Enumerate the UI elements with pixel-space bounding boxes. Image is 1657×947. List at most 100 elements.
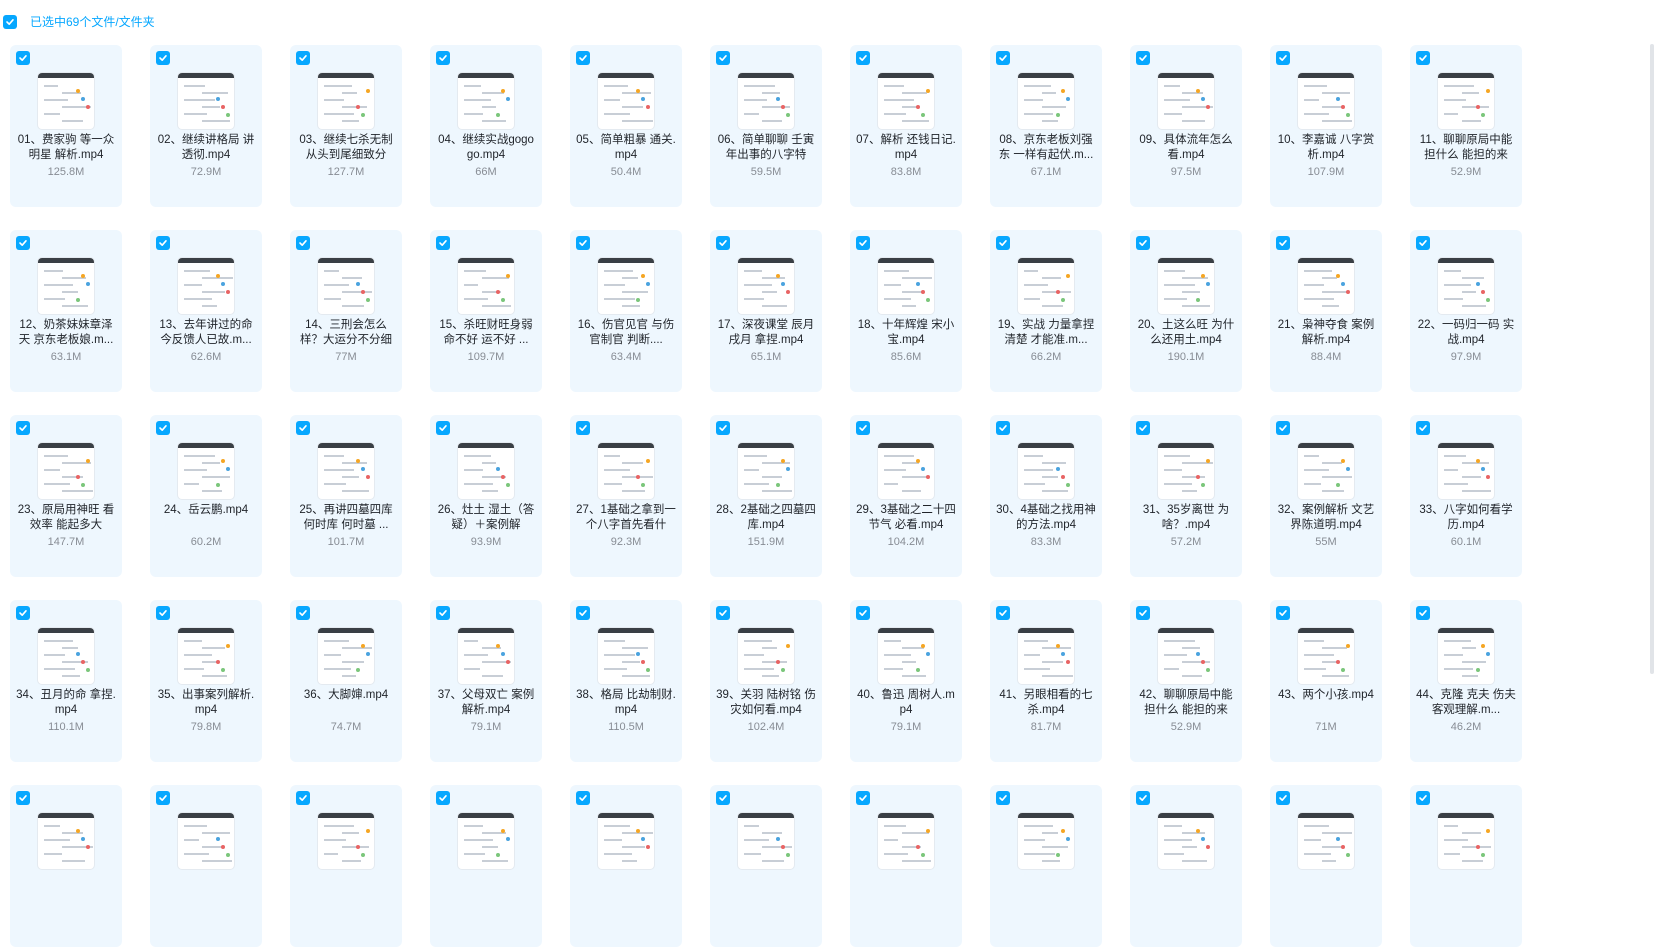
file-tile[interactable]: 34、丑月的命 拿捏.mp4 110.1M bbox=[10, 600, 122, 762]
file-tile[interactable]: 13、去年讲过的命 今反馈人已故.m... 62.6M bbox=[150, 230, 262, 392]
file-tile[interactable]: 40、鲁迅 周树人.mp4 79.1M bbox=[850, 600, 962, 762]
file-checkbox[interactable] bbox=[996, 51, 1010, 65]
file-tile[interactable]: 15、杀旺财旺身弱命不好 运不好 ... 109.7M bbox=[430, 230, 542, 392]
file-tile[interactable]: 26、灶土 湿土（答疑）＋案例解 93.9M bbox=[430, 415, 542, 577]
file-tile[interactable] bbox=[850, 785, 962, 947]
file-tile[interactable]: 06、简单聊聊 壬寅年出事的八字特 59.5M bbox=[710, 45, 822, 207]
file-checkbox[interactable] bbox=[576, 606, 590, 620]
file-tile[interactable]: 25、再讲四墓四库 何时库 何时墓 ... 101.7M bbox=[290, 415, 402, 577]
file-checkbox[interactable] bbox=[996, 791, 1010, 805]
file-tile[interactable]: 20、土这么旺 为什么还用土.mp4 190.1M bbox=[1130, 230, 1242, 392]
file-tile[interactable] bbox=[1270, 785, 1382, 947]
file-tile[interactable]: 14、三刑会怎么样？大运分不分细 77M bbox=[290, 230, 402, 392]
file-checkbox[interactable] bbox=[1416, 791, 1430, 805]
file-checkbox[interactable] bbox=[156, 791, 170, 805]
file-tile[interactable]: 43、两个小孩.mp4 71M bbox=[1270, 600, 1382, 762]
file-checkbox[interactable] bbox=[296, 606, 310, 620]
file-checkbox[interactable] bbox=[716, 606, 730, 620]
file-tile[interactable]: 36、大脚婶.mp4 74.7M bbox=[290, 600, 402, 762]
file-tile[interactable]: 30、4基础之找用神的方法.mp4 83.3M bbox=[990, 415, 1102, 577]
file-tile[interactable]: 01、费家驹 等一众明星 解析.mp4 125.8M bbox=[10, 45, 122, 207]
file-checkbox[interactable] bbox=[576, 51, 590, 65]
file-checkbox[interactable] bbox=[436, 236, 450, 250]
file-checkbox[interactable] bbox=[1276, 606, 1290, 620]
file-checkbox[interactable] bbox=[296, 51, 310, 65]
file-checkbox[interactable] bbox=[856, 421, 870, 435]
select-all-checkbox[interactable] bbox=[3, 15, 17, 29]
file-tile[interactable]: 28、2基础之四墓四库.mp4 151.9M bbox=[710, 415, 822, 577]
file-checkbox[interactable] bbox=[16, 421, 30, 435]
file-tile[interactable] bbox=[570, 785, 682, 947]
file-checkbox[interactable] bbox=[716, 421, 730, 435]
file-tile[interactable] bbox=[1130, 785, 1242, 947]
file-tile[interactable]: 22、一码归一码 实战.mp4 97.9M bbox=[1410, 230, 1522, 392]
file-checkbox[interactable] bbox=[996, 606, 1010, 620]
file-checkbox[interactable] bbox=[1416, 606, 1430, 620]
file-tile[interactable]: 21、枭神夺食 案例解析.mp4 88.4M bbox=[1270, 230, 1382, 392]
file-checkbox[interactable] bbox=[16, 51, 30, 65]
file-tile[interactable]: 16、伤官见官 与伤官制官 判断.... 63.4M bbox=[570, 230, 682, 392]
file-checkbox[interactable] bbox=[1136, 51, 1150, 65]
file-checkbox[interactable] bbox=[436, 421, 450, 435]
file-tile[interactable]: 44、克隆 克夫 伤夫 客观理解.m... 46.2M bbox=[1410, 600, 1522, 762]
file-tile[interactable]: 24、岳云鹏.mp4 60.2M bbox=[150, 415, 262, 577]
file-checkbox[interactable] bbox=[716, 791, 730, 805]
file-tile[interactable]: 18、十年辉煌 宋小宝.mp4 85.6M bbox=[850, 230, 962, 392]
file-tile[interactable]: 04、继续实战gogogo.mp4 66M bbox=[430, 45, 542, 207]
file-checkbox[interactable] bbox=[156, 421, 170, 435]
file-tile[interactable] bbox=[430, 785, 542, 947]
file-tile[interactable]: 33、八字如何看学历.mp4 60.1M bbox=[1410, 415, 1522, 577]
file-checkbox[interactable] bbox=[296, 421, 310, 435]
file-checkbox[interactable] bbox=[1416, 51, 1430, 65]
file-tile[interactable]: 27、1基础之拿到一个八字首先看什 92.3M bbox=[570, 415, 682, 577]
file-checkbox[interactable] bbox=[1276, 236, 1290, 250]
file-tile[interactable]: 39、关羽 陆树铭 伤灾如何看.mp4 102.4M bbox=[710, 600, 822, 762]
file-tile[interactable]: 42、聊聊原局中能担什么 能担的来 52.9M bbox=[1130, 600, 1242, 762]
file-tile[interactable] bbox=[290, 785, 402, 947]
file-checkbox[interactable] bbox=[156, 236, 170, 250]
file-tile[interactable] bbox=[990, 785, 1102, 947]
file-checkbox[interactable] bbox=[716, 236, 730, 250]
file-tile[interactable]: 38、格局 比劫制财.mp4 110.5M bbox=[570, 600, 682, 762]
file-tile[interactable] bbox=[1410, 785, 1522, 947]
file-checkbox[interactable] bbox=[1276, 51, 1290, 65]
file-tile[interactable]: 03、继续七杀无制 从头到尾细致分 127.7M bbox=[290, 45, 402, 207]
file-tile[interactable]: 08、京东老板刘强东 一样有起伏.m... 67.1M bbox=[990, 45, 1102, 207]
file-checkbox[interactable] bbox=[436, 606, 450, 620]
file-checkbox[interactable] bbox=[576, 421, 590, 435]
file-checkbox[interactable] bbox=[16, 606, 30, 620]
file-checkbox[interactable] bbox=[1276, 421, 1290, 435]
file-checkbox[interactable] bbox=[296, 791, 310, 805]
file-checkbox[interactable] bbox=[1276, 791, 1290, 805]
file-tile[interactable]: 11、聊聊原局中能担什么 能担的来 52.9M bbox=[1410, 45, 1522, 207]
file-tile[interactable]: 29、3基础之二十四节气 必看.mp4 104.2M bbox=[850, 415, 962, 577]
file-checkbox[interactable] bbox=[856, 606, 870, 620]
file-checkbox[interactable] bbox=[1416, 421, 1430, 435]
file-checkbox[interactable] bbox=[856, 791, 870, 805]
vertical-scrollbar[interactable] bbox=[1650, 44, 1654, 674]
file-tile[interactable]: 23、原局用神旺 看效率 能起多大 147.7M bbox=[10, 415, 122, 577]
file-tile[interactable]: 17、深夜课堂 辰月戌月 拿捏.mp4 65.1M bbox=[710, 230, 822, 392]
file-checkbox[interactable] bbox=[156, 51, 170, 65]
file-tile[interactable] bbox=[10, 785, 122, 947]
file-tile[interactable]: 12、奶茶妹妹章泽天 京东老板娘.m... 63.1M bbox=[10, 230, 122, 392]
file-checkbox[interactable] bbox=[296, 236, 310, 250]
file-checkbox[interactable] bbox=[1136, 606, 1150, 620]
file-tile[interactable]: 19、实战 力量拿捏清楚 才能准.m... 66.2M bbox=[990, 230, 1102, 392]
file-checkbox[interactable] bbox=[436, 51, 450, 65]
file-checkbox[interactable] bbox=[576, 791, 590, 805]
file-tile[interactable]: 41、另眼相看的七杀.mp4 81.7M bbox=[990, 600, 1102, 762]
file-checkbox[interactable] bbox=[996, 236, 1010, 250]
file-tile[interactable]: 10、李嘉诚 八字赏析.mp4 107.9M bbox=[1270, 45, 1382, 207]
file-tile[interactable]: 35、出事案列解析.mp4 79.8M bbox=[150, 600, 262, 762]
file-checkbox[interactable] bbox=[156, 606, 170, 620]
file-checkbox[interactable] bbox=[856, 236, 870, 250]
file-checkbox[interactable] bbox=[16, 791, 30, 805]
file-checkbox[interactable] bbox=[436, 791, 450, 805]
file-tile[interactable]: 37、父母双亡 案例解析.mp4 79.1M bbox=[430, 600, 542, 762]
file-checkbox[interactable] bbox=[1136, 421, 1150, 435]
file-tile[interactable]: 07、解析 还钱日记.mp4 83.8M bbox=[850, 45, 962, 207]
file-tile[interactable] bbox=[710, 785, 822, 947]
file-checkbox[interactable] bbox=[856, 51, 870, 65]
file-tile[interactable]: 32、案例解析 文艺界陈道明.mp4 55M bbox=[1270, 415, 1382, 577]
